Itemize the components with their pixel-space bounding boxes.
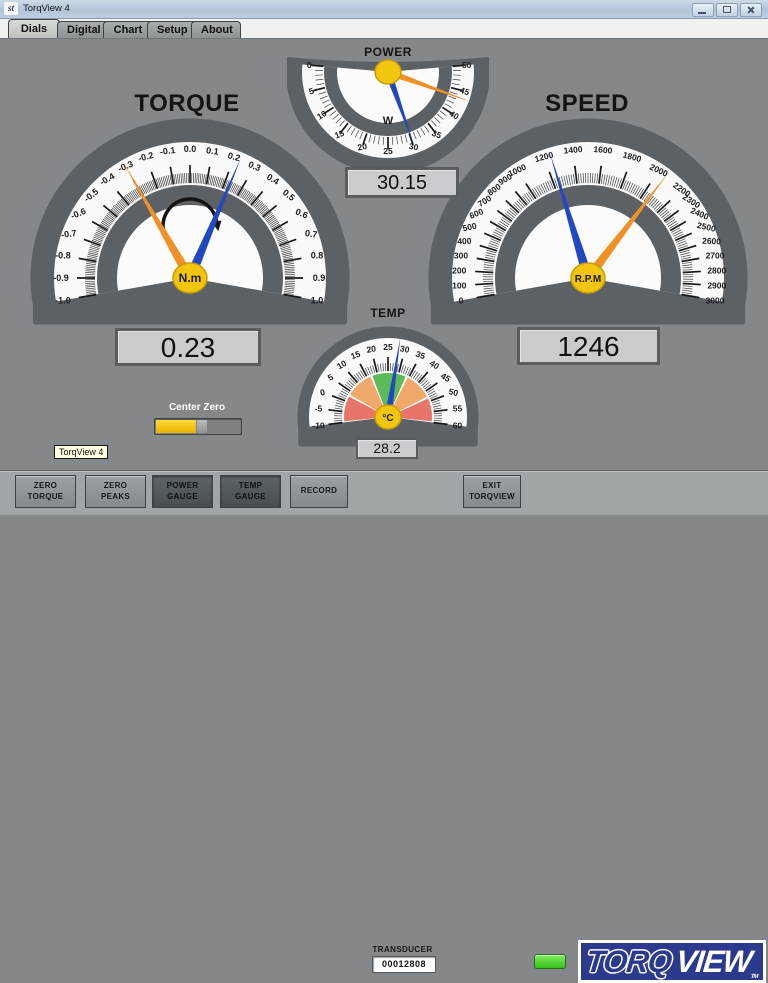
transducer-serial-field[interactable]: 00012808 bbox=[372, 956, 436, 973]
speed-tick-label: 1600 bbox=[593, 144, 613, 156]
speed-tick-label: 2700 bbox=[706, 251, 725, 261]
title-bar[interactable]: st TorqView 4 bbox=[0, 0, 768, 19]
zero-peaks-button[interactable]: ZERO PEAKS bbox=[85, 475, 146, 508]
status-led bbox=[534, 954, 566, 969]
speed-tick-label: 0 bbox=[459, 295, 464, 305]
torque-tick-label: -1.0 bbox=[55, 295, 71, 305]
minimize-button[interactable] bbox=[692, 3, 714, 17]
close-button[interactable] bbox=[740, 3, 762, 17]
power-value-display: 30.15 bbox=[345, 167, 459, 198]
maximize-icon bbox=[723, 6, 731, 13]
torqview-logo-text: TORQVIEWTM bbox=[584, 944, 761, 980]
torque-unit-label: N.m bbox=[179, 271, 202, 285]
torque-tick-label: 0.0 bbox=[184, 144, 197, 154]
window-controls bbox=[692, 3, 762, 17]
center-zero-toggle[interactable] bbox=[154, 418, 242, 435]
torqview-tooltip: TorqView 4 bbox=[54, 445, 108, 459]
speed-tick-label: 200 bbox=[452, 265, 466, 275]
torque-tick-label: -0.8 bbox=[55, 251, 71, 261]
temp-tick-label: -5 bbox=[315, 404, 323, 414]
tab-chart[interactable]: Chart bbox=[103, 21, 153, 38]
app-icon: st bbox=[4, 2, 18, 15]
power-unit-label: W bbox=[383, 115, 394, 127]
temp-gauge: -10-5051015202530354045505560°C bbox=[296, 325, 480, 447]
temp-gauge-button[interactable]: TEMP GAUGE bbox=[220, 475, 281, 508]
temp-unit-label: °C bbox=[382, 413, 393, 424]
tab-dials[interactable]: Dials bbox=[8, 19, 60, 38]
torque-value-display: 0.23 bbox=[115, 328, 261, 366]
speed-tick-label: 2600 bbox=[702, 236, 722, 247]
exit-torqview-button[interactable]: EXIT TORQVIEW bbox=[463, 475, 521, 508]
torque-tick-label: 1.0 bbox=[311, 295, 324, 305]
power-tick-label: 50 bbox=[462, 60, 472, 70]
speed-unit-label: R.P.M bbox=[575, 274, 602, 285]
center-zero-toggle-on-segment bbox=[156, 420, 196, 433]
speed-tick-label: 2900 bbox=[707, 281, 726, 291]
window-title: TorqView 4 bbox=[23, 3, 70, 14]
torque-tick-label: -0.7 bbox=[60, 228, 77, 240]
tab-digital[interactable]: Digital bbox=[57, 21, 109, 38]
power-hub bbox=[375, 60, 401, 84]
maximize-button[interactable] bbox=[716, 3, 738, 17]
zero-torque-button[interactable]: ZERO TORQUE bbox=[15, 475, 76, 508]
power-gauge: 05101520253035404550W bbox=[286, 42, 490, 176]
speed-tick-label: 2800 bbox=[707, 265, 726, 275]
speed-tick-label: 400 bbox=[457, 236, 472, 247]
tab-bar: Dials Digital Chart Setup About bbox=[0, 18, 768, 39]
temp-tick-label: -10 bbox=[312, 421, 325, 431]
temp-tick-label: 25 bbox=[383, 342, 393, 352]
minimize-icon bbox=[698, 12, 706, 14]
dials-panel: TORQUE SPEED POWER TEMP -1.0-0.9-0.8-0.7… bbox=[0, 38, 768, 470]
temp-tick-label: 55 bbox=[453, 404, 463, 414]
record-button[interactable]: RECORD bbox=[290, 475, 348, 508]
power-tick-label: 25 bbox=[383, 146, 393, 156]
bottom-toolbar: ZERO TORQUE ZERO PEAKS POWER GAUGE TEMP … bbox=[0, 470, 768, 515]
center-zero-label: Center Zero bbox=[147, 402, 247, 413]
torqview-logo: TORQVIEWTM bbox=[578, 940, 766, 983]
power-tick-label: 0 bbox=[307, 60, 312, 70]
speed-tick-label: 300 bbox=[454, 251, 468, 261]
power-gauge-button[interactable]: POWER GAUGE bbox=[152, 475, 213, 508]
torque-tick-label: 0.7 bbox=[304, 228, 318, 240]
speed-tick-label: 100 bbox=[452, 281, 466, 291]
tab-about[interactable]: About bbox=[191, 21, 241, 38]
temp-value-display: 28.2 bbox=[356, 438, 418, 459]
center-zero-toggle-knob[interactable] bbox=[197, 420, 207, 433]
speed-value-display: 1246 bbox=[517, 327, 660, 365]
tab-setup[interactable]: Setup bbox=[147, 21, 197, 38]
speed-tick-label: 3000 bbox=[706, 295, 725, 305]
temp-tick-label: 60 bbox=[453, 421, 463, 431]
torque-tick-label: -0.1 bbox=[159, 145, 176, 157]
speed-tick-label: 1400 bbox=[563, 144, 583, 156]
torque-tick-label: 0.1 bbox=[206, 145, 220, 157]
torque-tick-label: 0.8 bbox=[311, 251, 324, 261]
torque-tick-label: -0.9 bbox=[53, 273, 69, 283]
torque-tick-label: 0.9 bbox=[313, 273, 326, 283]
transducer-label: TRANSDUCER bbox=[360, 945, 445, 954]
